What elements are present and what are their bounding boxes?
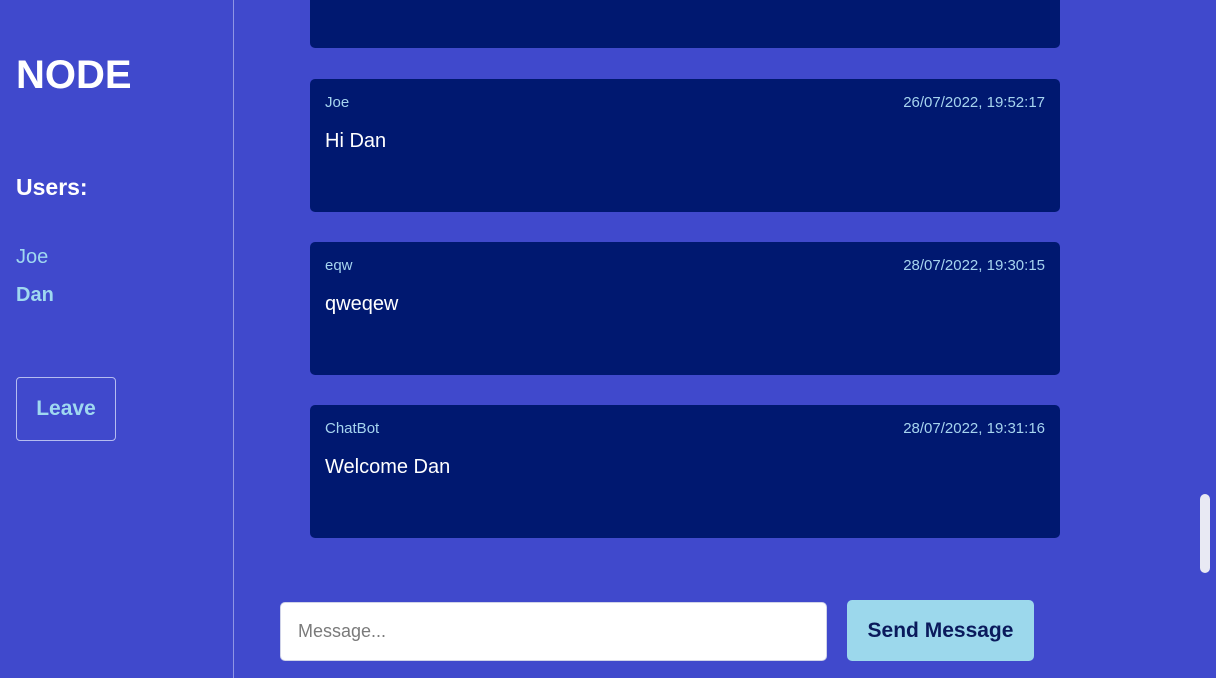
message-text: qweqew	[325, 293, 399, 315]
message-timestamp: 28/07/2022, 19:31:16	[903, 420, 1045, 437]
message-card: Joe 26/07/2022, 19:52:17 Hi Dan	[310, 79, 1060, 212]
send-message-button[interactable]: Send Message	[847, 600, 1034, 661]
message-timestamp: 28/07/2022, 19:30:15	[903, 257, 1045, 274]
sidebar: NODE Users: Joe Dan Leave	[0, 0, 234, 678]
message-card	[310, 0, 1060, 48]
chat-app: NODE Users: Joe Dan Leave Joe 26/07/2022…	[0, 0, 1216, 678]
scrollbar[interactable]	[1200, 0, 1210, 678]
scrollbar-thumb[interactable]	[1200, 494, 1210, 573]
message-text: Welcome Dan	[325, 456, 451, 478]
message-user: Joe	[325, 94, 350, 111]
user-list-item-current: Dan	[16, 284, 54, 306]
message-user: eqw	[325, 257, 353, 274]
message-timestamp: 26/07/2022, 19:52:17	[903, 94, 1045, 111]
message-user: ChatBot	[325, 420, 380, 437]
message-card: eqw 28/07/2022, 19:30:15 qweqew	[310, 242, 1060, 375]
chat-main: Joe 26/07/2022, 19:52:17 Hi Dan eqw 28/0…	[235, 0, 1216, 678]
leave-button[interactable]: Leave	[16, 377, 116, 441]
message-card: ChatBot 28/07/2022, 19:31:16 Welcome Dan	[310, 405, 1060, 538]
message-input[interactable]	[280, 602, 827, 661]
user-list: Joe Dan	[16, 238, 54, 314]
user-list-item: Joe	[16, 246, 49, 268]
users-heading: Users:	[16, 174, 88, 200]
message-text: Hi Dan	[325, 130, 387, 152]
app-title: NODE	[16, 53, 132, 97]
